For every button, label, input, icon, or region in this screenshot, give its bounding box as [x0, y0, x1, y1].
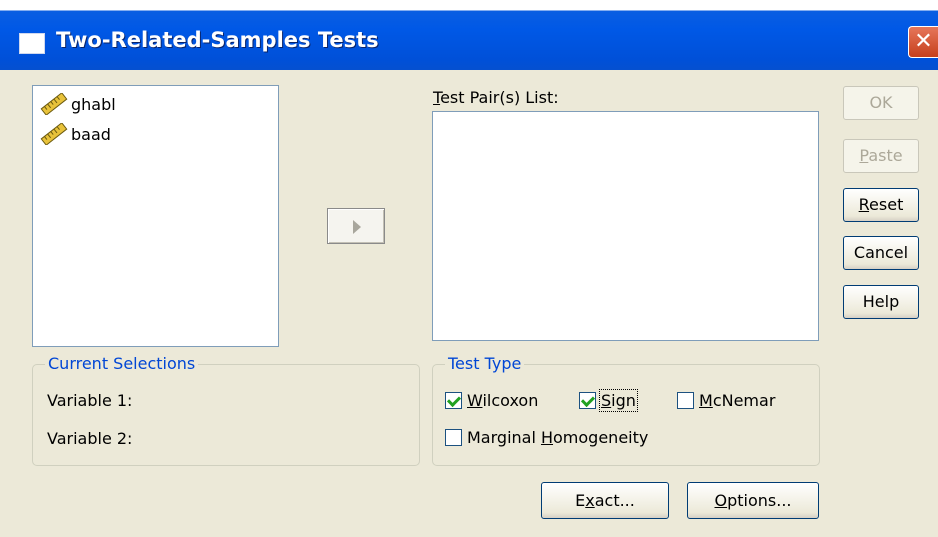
mcnemar-label: McNemar: [699, 391, 776, 410]
variable-name: ghabl: [71, 94, 116, 114]
exact-button[interactable]: Exact...: [541, 482, 669, 519]
help-button[interactable]: Help: [843, 285, 919, 319]
sign-label: Sign: [599, 389, 638, 412]
test-pair-list[interactable]: [432, 111, 819, 341]
window-title: Two-Related-Samples Tests: [56, 28, 379, 52]
ok-button[interactable]: OK: [843, 86, 919, 120]
variable-item-baad[interactable]: baad: [39, 120, 111, 148]
source-variable-list[interactable]: ghabl baad: [32, 85, 279, 347]
checkbox-box: [445, 429, 462, 446]
variable1-label: Variable 1:: [47, 391, 133, 410]
test-type-legend: Test Type: [445, 354, 525, 373]
reset-button[interactable]: Reset: [843, 188, 919, 222]
dialog-window: Two-Related-Samples Tests ✕ ghabl baad T…: [0, 0, 938, 537]
variable2-label: Variable 2:: [47, 429, 133, 448]
current-selections-legend: Current Selections: [45, 354, 199, 373]
cancel-button[interactable]: Cancel: [843, 236, 919, 270]
sign-checkbox[interactable]: Sign: [579, 389, 638, 412]
checkbox-box: [677, 392, 694, 409]
wilcoxon-label: Wilcoxon: [467, 391, 539, 410]
variable-item-ghabl[interactable]: ghabl: [39, 90, 116, 118]
ruler-icon: [40, 93, 68, 115]
test-type-group: Test Type Wilcoxon Sign McNemar Marginal…: [432, 354, 820, 466]
mcnemar-checkbox[interactable]: McNemar: [677, 391, 775, 410]
options-button[interactable]: Options...: [687, 482, 819, 519]
wilcoxon-checkbox[interactable]: Wilcoxon: [445, 391, 538, 410]
marginal-homogeneity-label: Marginal Homogeneity: [467, 428, 649, 447]
move-to-pair-list-button[interactable]: [327, 208, 385, 244]
window-icon: [19, 33, 45, 54]
checkbox-box: [579, 392, 596, 409]
marginal-homogeneity-checkbox[interactable]: Marginal Homogeneity: [445, 428, 648, 447]
checkbox-box: [445, 392, 462, 409]
current-selections-group: Current Selections Variable 1: Variable …: [32, 354, 420, 466]
test-pair-list-label: Test Pair(s) List:: [433, 88, 559, 107]
close-button[interactable]: ✕: [908, 26, 938, 58]
paste-button[interactable]: Paste: [843, 139, 919, 173]
variable-name: baad: [71, 124, 111, 144]
ruler-icon: [40, 123, 68, 145]
